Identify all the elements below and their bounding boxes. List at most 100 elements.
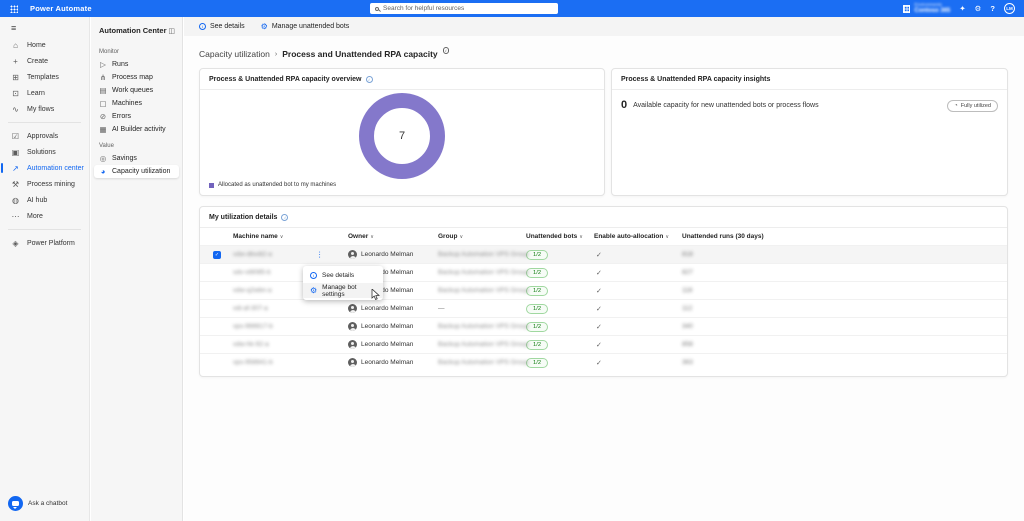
nav-item[interactable]: ⋯ More bbox=[0, 208, 89, 224]
panel-item[interactable]: ▤ Work queues bbox=[94, 84, 179, 97]
panel-item[interactable]: ◕ Capacity utilization bbox=[94, 165, 179, 178]
auto-allocation-check-icon: ✓ bbox=[594, 341, 682, 349]
collapse-panel-icon[interactable]: ◫ bbox=[168, 27, 175, 35]
see-details-button[interactable]: See details bbox=[199, 23, 245, 30]
search-icon bbox=[375, 7, 379, 11]
panel-item-label: AI Builder activity bbox=[112, 126, 166, 133]
col-enable-auto-allocation[interactable]: Enable auto-allocation∨ bbox=[594, 233, 682, 240]
create-icon: + bbox=[11, 57, 20, 66]
capacity-overview-card: Process & Unattended RPA capacity overvi… bbox=[199, 68, 605, 196]
nav-item[interactable]: ⚒ Process mining bbox=[0, 176, 89, 192]
nav-item[interactable]: ↗ Automation center bbox=[0, 160, 89, 176]
divider bbox=[8, 122, 81, 123]
donut-value: 7 bbox=[399, 130, 405, 142]
unattended-runs-cell: 112 bbox=[682, 305, 1007, 312]
work-queues-icon: ▤ bbox=[99, 86, 107, 95]
mouse-cursor-icon bbox=[371, 289, 380, 301]
nav-item[interactable]: ◍ AI hub bbox=[0, 192, 89, 208]
capacity-utilization-icon: ◕ bbox=[99, 167, 107, 176]
user-avatar[interactable]: LM bbox=[1004, 3, 1015, 14]
settings-gear-icon[interactable]: ⚙ bbox=[975, 4, 982, 13]
col-machine-name[interactable]: Machine name∨ bbox=[233, 233, 316, 240]
col-group[interactable]: Group∨ bbox=[438, 233, 526, 240]
info-icon bbox=[310, 272, 317, 279]
panel-item[interactable]: ▷ Runs bbox=[94, 58, 179, 71]
page-title: Process and Unattended RPA capacity bbox=[282, 49, 437, 59]
table-row[interactable]: vdi-af-307-a ⋮ Leonardo Melman — 1/2 ✓ 1… bbox=[200, 299, 1007, 317]
global-search[interactable] bbox=[370, 3, 558, 14]
gear-icon bbox=[310, 286, 317, 295]
chart-legend: Allocated as unattended bot to my machin… bbox=[209, 182, 336, 188]
info-icon[interactable] bbox=[366, 76, 373, 83]
nav-item[interactable]: ⊞ Templates bbox=[0, 69, 89, 85]
table-row[interactable]: vdw-hk-92-a ⋮ Leonardo Melman Backup Aut… bbox=[200, 335, 1007, 353]
row-checkbox[interactable] bbox=[213, 251, 221, 259]
machine-name-cell: vps-958841-b bbox=[233, 359, 316, 366]
insights-card-title: Process & Unattended RPA capacity insigh… bbox=[621, 76, 770, 83]
menu-item-see-details[interactable]: See details bbox=[303, 268, 383, 283]
owner-name: Leonardo Melman bbox=[361, 359, 413, 366]
panel-item[interactable]: ▦ AI Builder activity bbox=[94, 123, 179, 136]
unattended-bots-badge: 1/2 bbox=[526, 358, 548, 368]
ask-chatbot-button[interactable]: Ask a chatbot bbox=[8, 496, 67, 511]
table-body: vdw-dbvdt2-a ⋮ Leonardo Melman Backup Au… bbox=[200, 245, 1007, 371]
panel-item[interactable]: ◎ Savings bbox=[94, 152, 179, 165]
help-icon[interactable]: ? bbox=[990, 4, 995, 13]
nav-item[interactable]: ⌂ Home bbox=[0, 37, 89, 53]
nav-item[interactable]: ▣ Solutions bbox=[0, 144, 89, 160]
environment-label: Environments bbox=[914, 2, 950, 7]
owner-avatar-icon bbox=[348, 358, 357, 367]
environment-picker[interactable]: Environments Contoso 365 bbox=[903, 2, 950, 14]
col-unattended-bots[interactable]: Unattended bots∨ bbox=[526, 233, 594, 240]
row-more-icon[interactable]: ⋮ bbox=[316, 250, 324, 259]
learn-icon: ⊡ bbox=[11, 89, 20, 98]
nav-item[interactable]: + Create bbox=[0, 53, 89, 69]
info-icon[interactable] bbox=[281, 214, 288, 221]
divider bbox=[8, 229, 81, 230]
section-label-value: Value bbox=[91, 136, 182, 152]
group-cell: Backup Automation VPS Group bbox=[438, 341, 526, 348]
panel-item[interactable]: ⊘ Errors bbox=[94, 110, 179, 123]
auto-allocation-check-icon: ✓ bbox=[594, 305, 682, 313]
info-icon[interactable] bbox=[443, 47, 450, 54]
unattended-bots-badge: 1/2 bbox=[526, 286, 548, 296]
app-title[interactable]: Power Automate bbox=[30, 4, 92, 13]
unattended-bots-badge: 1/2 bbox=[526, 268, 548, 278]
table-row[interactable]: vps-958841-b ⋮ Leonardo Melman Backup Au… bbox=[200, 353, 1007, 371]
nav-item[interactable]: ◈ Power Platform bbox=[0, 235, 89, 251]
app-launcher-icon[interactable] bbox=[10, 5, 18, 13]
breadcrumb-parent[interactable]: Capacity utilization bbox=[199, 49, 270, 59]
legend-label: Allocated as unattended bot to my machin… bbox=[218, 182, 336, 188]
unattended-bots-badge: 1/2 bbox=[526, 340, 548, 350]
legend-swatch bbox=[209, 183, 214, 188]
sparkle-icon[interactable]: ✦ bbox=[959, 4, 965, 13]
sort-chevron-icon: ∨ bbox=[665, 234, 669, 240]
group-cell: Backup Automation VPS Group bbox=[438, 323, 526, 330]
auto-allocation-check-icon: ✓ bbox=[594, 269, 682, 277]
nav-item[interactable]: ☑ Approvals bbox=[0, 128, 89, 144]
breadcrumb: Capacity utilization › Process and Unatt… bbox=[199, 49, 1024, 59]
nav-item-label: Home bbox=[27, 42, 46, 49]
unattended-runs-cell: 340 bbox=[682, 323, 1007, 330]
panel-item[interactable]: ⋔ Process map bbox=[94, 71, 179, 84]
unattended-runs-cell: 818 bbox=[682, 251, 1007, 258]
table-row[interactable]: vps-988817-b ⋮ Leonardo Melman Backup Au… bbox=[200, 317, 1007, 335]
ai-builder-activity-icon: ▦ bbox=[99, 125, 107, 134]
auto-allocation-check-icon: ✓ bbox=[594, 251, 682, 259]
search-input[interactable] bbox=[383, 5, 543, 12]
table-row[interactable]: vdw-dbvdt2-a ⋮ Leonardo Melman Backup Au… bbox=[200, 245, 1007, 263]
panel-item-label: Machines bbox=[112, 100, 142, 107]
group-cell: Backup Automation VPS Group bbox=[438, 269, 526, 276]
nav-item[interactable]: ⊡ Learn bbox=[0, 85, 89, 101]
nav-collapse-icon[interactable]: ≡ bbox=[0, 17, 89, 37]
panel-item[interactable]: ▢ Machines bbox=[94, 97, 179, 110]
group-cell: Backup Automation VPS Group bbox=[438, 251, 526, 258]
panel-item-label: Errors bbox=[112, 113, 131, 120]
nav-item[interactable]: ∿ My flows bbox=[0, 101, 89, 117]
owner-avatar-icon bbox=[348, 250, 357, 259]
manage-unattended-bots-button[interactable]: Manage unattended bots bbox=[261, 22, 350, 31]
col-owner[interactable]: Owner∨ bbox=[348, 233, 438, 240]
ai-hub-icon: ◍ bbox=[11, 196, 20, 205]
runs-icon: ▷ bbox=[99, 60, 107, 69]
auto-allocation-check-icon: ✓ bbox=[594, 323, 682, 331]
